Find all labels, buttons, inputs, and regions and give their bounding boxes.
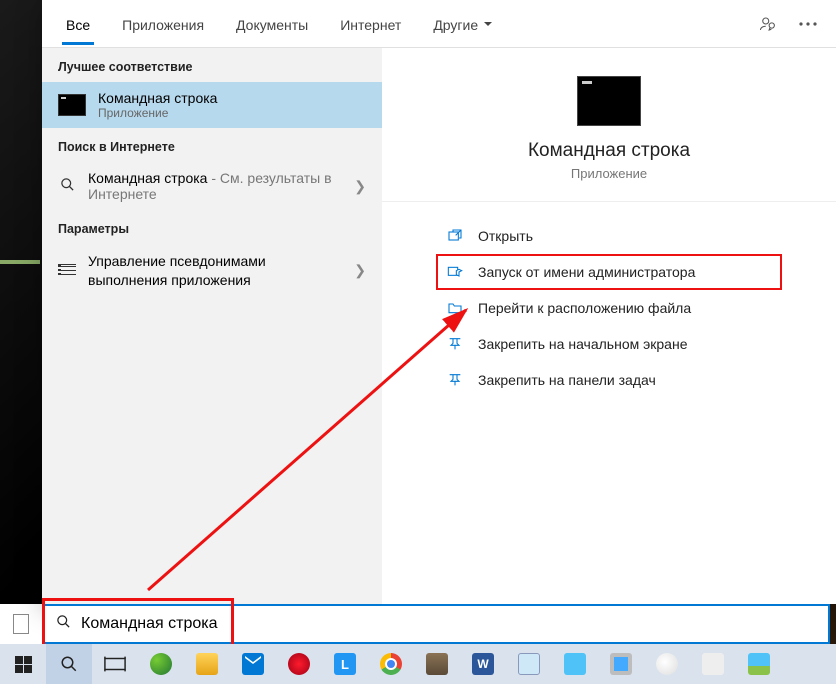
more-options-icon[interactable] — [788, 4, 828, 44]
action-label: Перейти к расположению файла — [478, 300, 691, 316]
tab-documents[interactable]: Документы — [220, 4, 324, 44]
open-app-notepad[interactable] — [0, 604, 42, 644]
action-pin-to-start[interactable]: Закрепить на начальном экране — [436, 326, 782, 362]
detail-pane: Командная строка Приложение Открыть Запу… — [382, 48, 836, 604]
windows-search-panel: Все Приложения Документы Интернет Другие… — [42, 0, 836, 604]
taskbar: L W — [0, 644, 836, 684]
taskbar-search-button[interactable] — [46, 644, 92, 684]
taskbar-notepad[interactable] — [506, 644, 552, 684]
result-title: Управление псевдонимами выполнения прило… — [88, 252, 342, 290]
taskbar-photos[interactable] — [736, 644, 782, 684]
action-label: Закрепить на начальном экране — [478, 336, 688, 352]
admin-shield-icon — [446, 264, 464, 280]
pin-start-icon — [446, 336, 464, 352]
search-tabs: Все Приложения Документы Интернет Другие — [42, 0, 836, 48]
action-label: Закрепить на панели задач — [478, 372, 656, 388]
task-view-button[interactable] — [92, 644, 138, 684]
chevron-right-icon: ❯ — [354, 262, 366, 279]
action-run-as-admin[interactable]: Запуск от имени администратора — [436, 254, 782, 290]
section-settings: Параметры — [42, 210, 382, 244]
search-bar[interactable] — [42, 604, 830, 644]
action-open-file-location[interactable]: Перейти к расположению файла — [436, 290, 782, 326]
app-icon-large — [577, 76, 641, 126]
search-icon — [56, 614, 71, 634]
result-subtitle: Приложение — [98, 106, 366, 120]
chevron-right-icon: ❯ — [354, 178, 366, 195]
search-input[interactable] — [81, 615, 816, 633]
folder-icon — [446, 300, 464, 316]
taskbar-mail[interactable] — [230, 644, 276, 684]
taskbar-app-3[interactable] — [552, 644, 598, 684]
detail-subtitle: Приложение — [402, 166, 816, 181]
section-best-match: Лучшее соответствие — [42, 48, 382, 82]
taskbar-app-l[interactable]: L — [322, 644, 368, 684]
search-icon — [58, 177, 76, 195]
action-label: Запуск от имени администратора — [478, 264, 695, 280]
tab-all[interactable]: Все — [50, 4, 106, 44]
detail-title: Командная строка — [402, 140, 816, 162]
taskbar-word[interactable]: W — [460, 644, 506, 684]
settings-list-icon — [58, 264, 76, 278]
taskbar-app-4[interactable] — [598, 644, 644, 684]
results-list: Лучшее соответствие Командная строка При… — [42, 48, 382, 604]
open-icon — [446, 228, 464, 244]
tab-internet[interactable]: Интернет — [324, 4, 417, 44]
section-web-search: Поиск в Интернете — [42, 128, 382, 162]
result-web[interactable]: Командная строка - См. результаты в Инте… — [42, 162, 382, 210]
result-settings[interactable]: Управление псевдонимами выполнения прило… — [42, 244, 382, 298]
taskbar-app-5[interactable] — [690, 644, 736, 684]
document-icon — [13, 614, 29, 634]
pin-taskbar-icon — [446, 372, 464, 388]
cmd-icon — [58, 94, 86, 116]
result-title: Командная строка — [98, 90, 366, 106]
action-pin-to-taskbar[interactable]: Закрепить на панели задач — [436, 362, 782, 398]
taskbar-chrome[interactable] — [368, 644, 414, 684]
taskbar-app-1[interactable] — [138, 644, 184, 684]
taskbar-app-2[interactable] — [414, 644, 460, 684]
result-title: Командная строка - См. результаты в Инте… — [88, 170, 342, 202]
result-best-match[interactable]: Командная строка Приложение — [42, 82, 382, 128]
feedback-icon[interactable] — [748, 4, 788, 44]
windows-logo-icon — [15, 656, 32, 673]
taskbar-paint[interactable] — [644, 644, 690, 684]
taskbar-file-explorer[interactable] — [184, 644, 230, 684]
tab-more[interactable]: Другие — [417, 4, 508, 44]
action-label: Открыть — [478, 228, 533, 244]
start-button[interactable] — [0, 644, 46, 684]
tab-apps[interactable]: Приложения — [106, 4, 220, 44]
taskbar-opera[interactable] — [276, 644, 322, 684]
action-open[interactable]: Открыть — [436, 218, 782, 254]
